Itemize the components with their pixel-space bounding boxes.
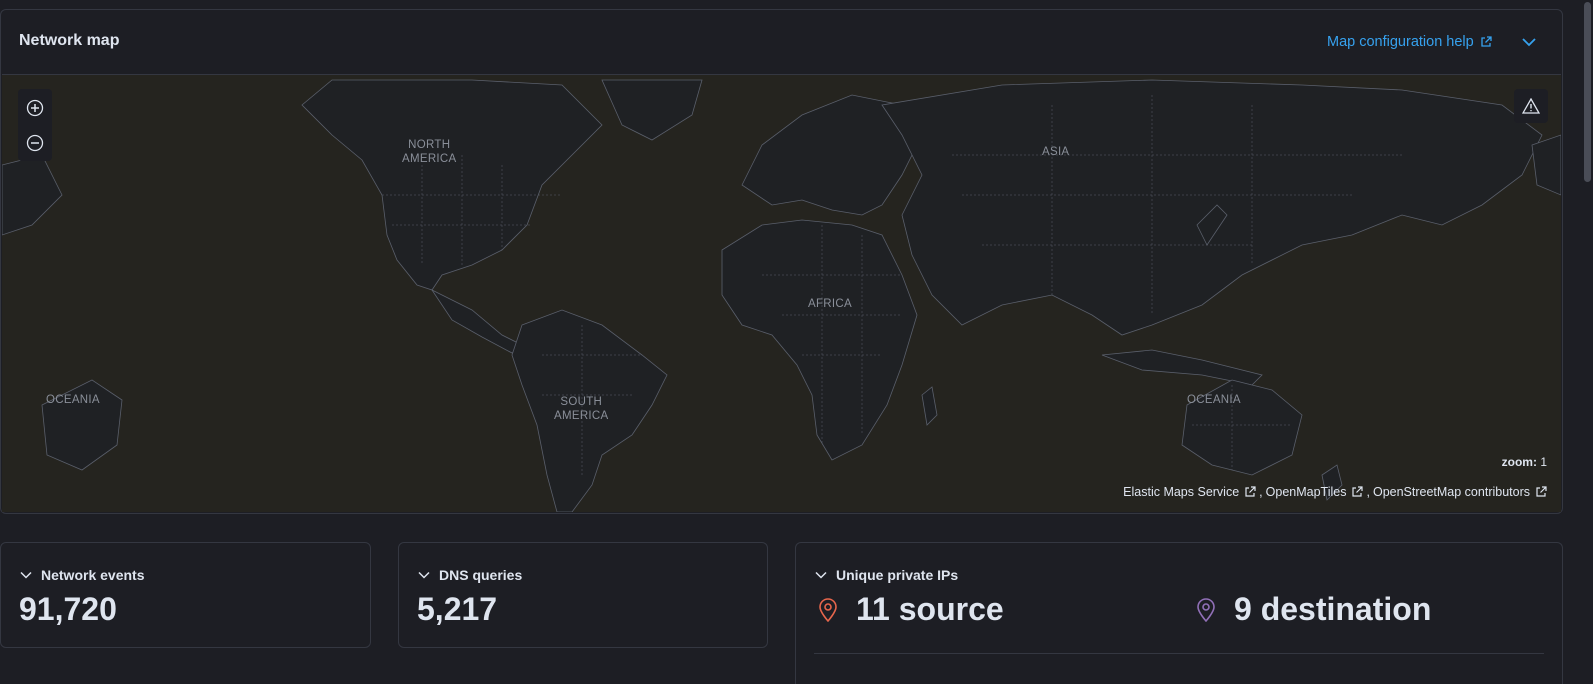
warning-icon (1522, 98, 1540, 114)
zoom-value: 1 (1540, 455, 1547, 469)
map-pin-icon (1197, 597, 1215, 622)
world-map-graphic (2, 79, 1561, 512)
label-asia: ASIA (1042, 146, 1070, 158)
help-link-label: Map configuration help (1327, 34, 1474, 50)
zoom-controls (18, 89, 52, 161)
external-link-icon (1245, 486, 1256, 497)
attribution-ems-link[interactable]: Elastic Maps Service (1123, 485, 1256, 499)
destination-ip-count: 9 destination (1196, 591, 1431, 628)
chevron-down-icon (418, 571, 430, 579)
label-south-america: SOUTH AMERICA (554, 396, 609, 422)
label-africa: AFRICA (808, 298, 852, 310)
unique-ips-label: Unique private IPs (836, 567, 959, 583)
network-map-panel: Network map Map configuration help NORTH… (0, 9, 1563, 514)
dns-queries-card: DNS queries 5,217 (398, 542, 768, 648)
dns-queries-label: DNS queries (439, 567, 523, 583)
map-canvas[interactable]: NORTH AMERICA ASIA AFRICA SOUTH AMERICA … (2, 74, 1561, 512)
label-oceania-left: OCEANIA (46, 394, 100, 406)
dns-queries-value: 5,217 (417, 591, 498, 627)
map-attribution: Elastic Maps Service , OpenMapTiles , Op… (1123, 485, 1547, 499)
scrollbar-thumb[interactable] (1584, 2, 1591, 182)
network-events-toggle[interactable]: Network events (19, 567, 144, 583)
zoom-label: zoom: (1501, 455, 1537, 469)
card-divider (814, 653, 1544, 654)
source-ip-value: 11 source (856, 591, 1004, 627)
attribution-omt-link[interactable]: OpenMapTiles (1266, 485, 1364, 499)
network-events-card: Network events 91,720 (0, 542, 371, 648)
page-scrollbar[interactable] (1582, 0, 1593, 684)
plus-in-circle-icon (26, 99, 44, 117)
chevron-down-icon (1522, 38, 1536, 47)
minus-in-circle-icon (26, 134, 44, 152)
unique-ips-toggle[interactable]: Unique private IPs (814, 567, 958, 583)
destination-ip-value: 9 destination (1234, 591, 1432, 627)
dns-queries-toggle[interactable]: DNS queries (417, 567, 522, 583)
external-link-icon (1481, 36, 1492, 47)
map-pin-icon (819, 597, 837, 622)
network-events-value: 91,720 (19, 591, 117, 627)
panel-title: Network map (19, 32, 120, 49)
zoom-level-readout: zoom: 1 (1502, 455, 1547, 469)
collapse-panel-button[interactable] (1521, 34, 1537, 55)
external-link-icon (1352, 486, 1364, 497)
label-north-america: NORTH AMERICA (402, 139, 457, 165)
attribution-osm-link[interactable]: OpenStreetMap contributors (1373, 485, 1547, 499)
map-config-help-link[interactable]: Map configuration help (1327, 34, 1492, 50)
network-events-label: Network events (41, 567, 145, 583)
unique-private-ips-card: Unique private IPs 11 source 9 destinati… (795, 542, 1563, 684)
label-oceania-right: OCEANIA (1187, 394, 1241, 406)
zoom-out-button[interactable] (18, 126, 52, 160)
source-ip-count: 11 source (818, 591, 1004, 628)
external-link-icon (1536, 486, 1547, 497)
map-warning-button[interactable] (1514, 89, 1548, 123)
chevron-down-icon (815, 571, 827, 579)
chevron-down-icon (20, 571, 32, 579)
zoom-in-button[interactable] (18, 91, 52, 125)
